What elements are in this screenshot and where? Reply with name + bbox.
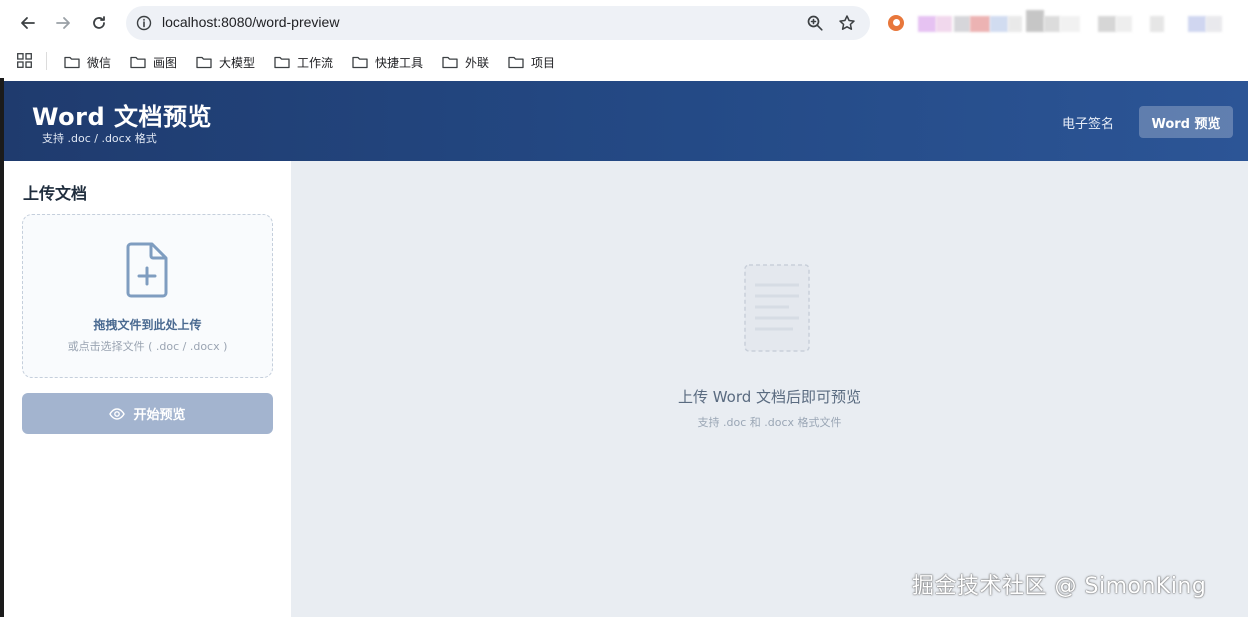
watermark-text: 掘金技术社区 @ SimonKing [912,574,1207,599]
app-header: Word 文档预览 支持 .doc / .docx 格式 电子签名 Word 预… [4,81,1248,161]
bookmark-folder[interactable]: 项目 [508,52,555,72]
bookmark-folder[interactable]: 工作流 [274,52,333,72]
bookmark-folder[interactable]: 外联 [442,52,489,72]
eye-icon [109,407,126,420]
bookmark-label: 画图 [153,55,178,70]
start-preview-label: 开始预览 [133,408,186,423]
blurred-extension [1116,16,1132,32]
blurred-extension [1060,16,1080,32]
nav-link-esign[interactable]: 电子签名 [1062,113,1114,132]
start-preview-button[interactable]: 开始预览 [22,393,273,434]
reload-icon [93,16,105,29]
sidebar-title: 上传文档 [23,184,88,203]
preview-panel: 上传 Word 文档后即可预览 支持 .doc 和 .docx 格式文件 [291,161,1248,617]
folder-icon [508,56,524,69]
document-placeholder-icon [744,264,810,352]
nav-link-word-preview[interactable]: Word 预览 [1139,106,1233,138]
address-bar[interactable]: localhost:8080/word-preview [126,6,870,40]
blurred-extension [918,16,936,32]
page-title: Word 文档预览 [32,103,212,131]
apps-grid-icon[interactable] [17,53,32,68]
bookmark-folder[interactable]: 快捷工具 [352,52,423,72]
bookmark-folder[interactable]: 微信 [64,52,111,72]
page-subtitle: 支持 .doc / .docx 格式 [42,132,157,145]
extension-logo-icon[interactable] [888,15,904,31]
folder-icon [274,56,290,69]
bookmark-label: 微信 [87,55,112,70]
blurred-extension [1150,16,1164,32]
bookmark-folder[interactable]: 大模型 [196,52,255,72]
folder-icon [442,56,458,69]
folder-icon [352,56,368,69]
blurred-extension [1026,10,1044,32]
blurred-extension [990,16,1008,32]
file-add-icon [126,242,168,298]
blurred-extension [970,16,990,32]
bookmarks-divider [46,52,47,70]
upload-sidebar: 上传文档 拖拽文件到此处上传 或点击选择文件 ( .doc / .docx ) … [4,161,291,617]
forward-button[interactable] [51,11,75,35]
arrow-right-icon [56,17,70,29]
zoom-icon[interactable] [806,14,824,32]
empty-state-subtitle: 支持 .doc 和 .docx 格式文件 [697,416,842,429]
browser-toolbar: localhost:8080/word-preview [0,0,1248,46]
back-button[interactable] [16,11,40,35]
dropzone-main-text: 拖拽文件到此处上传 [93,318,202,332]
extensions-area [884,10,1248,38]
empty-state-title: 上传 Word 文档后即可预览 [677,388,862,406]
bookmark-label: 外联 [465,55,490,70]
blurred-extension [1188,16,1206,32]
bookmark-star-icon[interactable] [838,14,856,32]
upload-dropzone[interactable]: 拖拽文件到此处上传 或点击选择文件 ( .doc / .docx ) [22,214,273,378]
blurred-extension [1098,16,1116,32]
dropzone-sub-text: 或点击选择文件 ( .doc / .docx ) [67,340,228,353]
bookmark-folder[interactable]: 画图 [130,52,177,72]
url-text[interactable]: localhost:8080/word-preview [162,14,339,30]
folder-icon [64,56,80,69]
info-icon[interactable] [136,15,152,31]
blurred-extension [1008,16,1022,32]
reload-button[interactable] [87,11,111,35]
blurred-extension [936,16,952,32]
folder-icon [196,56,212,69]
blurred-extension [954,16,970,32]
blurred-extension [1044,16,1060,32]
arrow-left-icon [21,17,35,29]
bookmarks-bar: 微信 画图 大模型 工作流 快捷工具 外联 项目 [0,46,1248,78]
bookmark-label: 项目 [531,55,556,70]
bookmark-label: 快捷工具 [375,55,424,70]
bookmark-label: 工作流 [297,55,334,70]
blurred-extension [1206,16,1222,32]
bookmark-label: 大模型 [219,55,256,70]
folder-icon [130,56,146,69]
